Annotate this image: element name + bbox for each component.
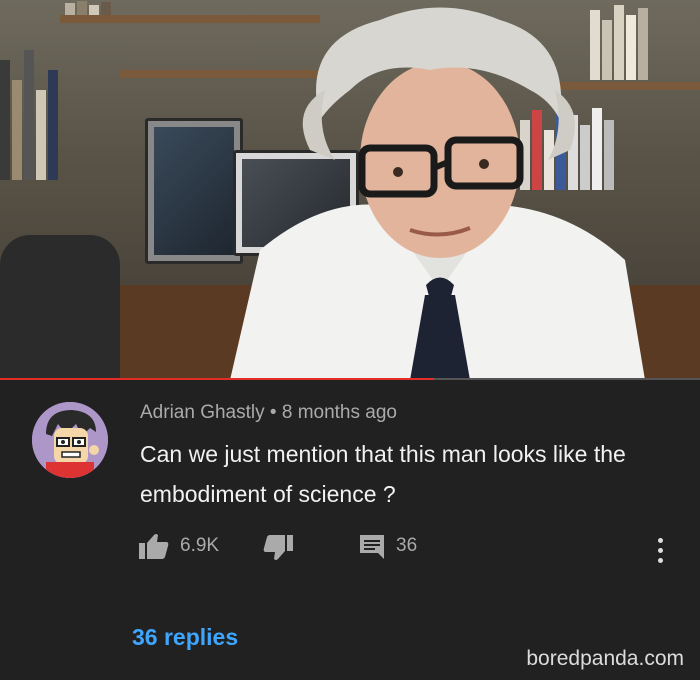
- reply-button[interactable]: 36: [358, 532, 417, 560]
- dislike-button[interactable]: [262, 534, 294, 562]
- more-vert-icon[interactable]: [658, 538, 663, 563]
- comment-header: Adrian Ghastly • 8 months ago: [140, 402, 397, 424]
- video-progress-fill: [0, 378, 434, 380]
- view-replies-link[interactable]: 36 replies: [132, 624, 238, 651]
- office-chair: [0, 235, 120, 380]
- like-count: 6.9K: [180, 535, 220, 556]
- comment-text: Can we just mention that this man looks …: [140, 441, 626, 507]
- books: [0, 40, 58, 180]
- thumb-down-icon: [262, 534, 294, 562]
- avatar[interactable]: [32, 402, 108, 478]
- author-name[interactable]: Adrian Ghastly: [140, 402, 265, 423]
- reply-count: 36: [396, 535, 418, 556]
- watermark: boredpanda.com: [526, 647, 684, 670]
- books: [65, 0, 111, 15]
- comment-icon: [358, 532, 386, 560]
- separator-dot: •: [269, 402, 277, 423]
- video-progress-bar[interactable]: [0, 378, 700, 380]
- comment-actions: 6.9K 36: [138, 532, 678, 568]
- comment-timestamp[interactable]: 8 months ago: [282, 402, 397, 423]
- thumb-up-icon: [138, 532, 170, 560]
- cartoon-avatar-icon: [32, 402, 108, 478]
- comment: Adrian Ghastly • 8 months ago Can we jus…: [0, 382, 700, 680]
- professor-figure: [230, 7, 645, 380]
- like-button[interactable]: 6.9K: [138, 532, 219, 560]
- monitor: [145, 118, 243, 264]
- video-frame[interactable]: [0, 0, 700, 380]
